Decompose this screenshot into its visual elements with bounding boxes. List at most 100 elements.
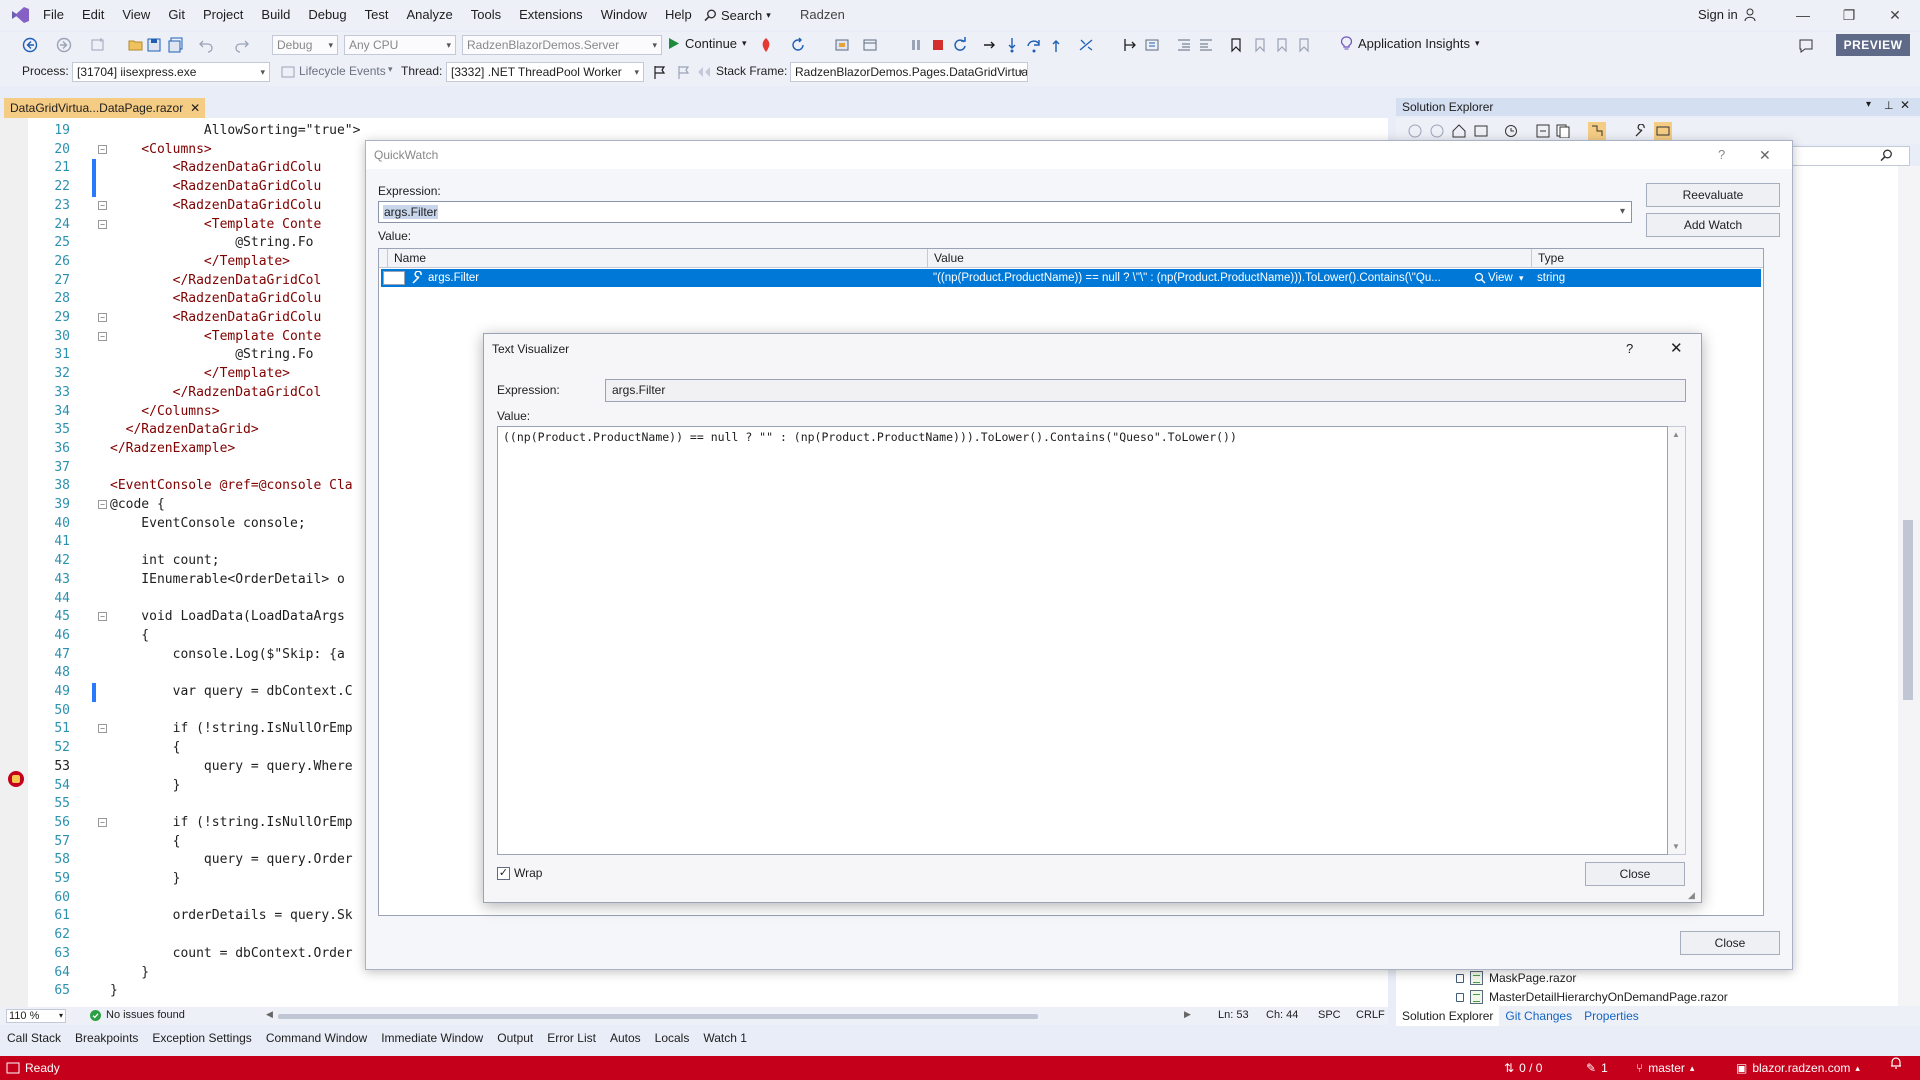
chevron-down-icon[interactable]: ▾ bbox=[1866, 99, 1871, 110]
document-tab[interactable]: DataGridVirtua...DataPage.razor ✕ bbox=[4, 98, 206, 118]
previous-bookmark-icon[interactable] bbox=[1252, 37, 1268, 53]
code-line[interactable]: 54 } bbox=[28, 777, 368, 796]
help-button[interactable]: ? bbox=[1718, 141, 1725, 169]
code-line[interactable]: 58 query = query.Order bbox=[28, 851, 368, 870]
expression-input[interactable]: args.Filter ▾ bbox=[378, 201, 1632, 223]
toggle-external-code-icon[interactable] bbox=[696, 64, 712, 80]
visual-studio-logo-icon[interactable] bbox=[10, 6, 30, 24]
tab-immediate-window[interactable]: Immediate Window bbox=[374, 1028, 490, 1048]
stop-icon[interactable] bbox=[930, 37, 946, 53]
restart-debug-icon[interactable] bbox=[952, 37, 968, 53]
show-next-statement-icon[interactable] bbox=[982, 37, 998, 53]
menu-tools[interactable]: Tools bbox=[462, 0, 510, 30]
close-icon[interactable]: ✕ bbox=[1759, 141, 1771, 169]
search-icon[interactable] bbox=[1880, 149, 1893, 162]
code-line[interactable]: 21 <RadzenDataGridColu bbox=[28, 159, 368, 179]
restore-button[interactable]: ❐ bbox=[1826, 0, 1872, 30]
home-icon[interactable] bbox=[1452, 124, 1466, 138]
horizontal-scrollbar[interactable] bbox=[278, 1014, 1038, 1019]
hot-reload-icon[interactable] bbox=[758, 37, 774, 53]
zoom-select[interactable]: 110 % ▾ bbox=[6, 1009, 66, 1023]
new-project-icon[interactable] bbox=[90, 37, 106, 53]
collapse-icon[interactable]: − bbox=[98, 500, 107, 509]
menu-test[interactable]: Test bbox=[356, 0, 398, 30]
solution-platform-select[interactable]: Any CPU ▾ bbox=[344, 35, 456, 55]
tab-solution-explorer[interactable]: Solution Explorer bbox=[1396, 1006, 1500, 1026]
tree-item[interactable]: MasterDetailHierarchyOnDemandPage.razor bbox=[1456, 990, 1728, 1004]
code-line[interactable]: 37 bbox=[28, 459, 368, 478]
whitespace-indicator[interactable]: SPC bbox=[1318, 1009, 1341, 1021]
code-line[interactable]: 35 </RadzenDataGrid> bbox=[28, 421, 368, 440]
tab-command-window[interactable]: Command Window bbox=[259, 1028, 374, 1048]
code-line[interactable]: 53 query = query.Where bbox=[28, 758, 368, 777]
code-line[interactable]: 26 </Template> bbox=[28, 253, 368, 272]
code-line[interactable]: 49 var query = dbContext.C bbox=[28, 683, 368, 702]
tv-expression-field[interactable]: args.Filter bbox=[605, 379, 1686, 402]
diagnostic-tools-icon[interactable] bbox=[834, 37, 850, 53]
close-icon[interactable]: ✕ bbox=[1900, 98, 1910, 112]
threads-icon[interactable] bbox=[1122, 37, 1138, 53]
outdent-icon[interactable] bbox=[1198, 37, 1214, 53]
code-line[interactable]: 33 </RadzenDataGridCol bbox=[28, 384, 368, 403]
menu-extensions[interactable]: Extensions bbox=[510, 0, 592, 30]
tab-watch-1[interactable]: Watch 1 bbox=[696, 1028, 754, 1048]
code-text-area[interactable]: 19 AllowSorting="true"> 20− <Columns> 21 <… bbox=[28, 118, 368, 998]
indicator-margin[interactable] bbox=[0, 118, 28, 1010]
switch-views-icon[interactable] bbox=[1474, 124, 1488, 138]
code-line[interactable]: 30 − <Template Conte bbox=[28, 328, 368, 347]
collapse-icon[interactable]: − bbox=[98, 331, 107, 341]
tab-locals[interactable]: Locals bbox=[648, 1028, 697, 1048]
tab-breakpoints[interactable]: Breakpoints bbox=[68, 1028, 145, 1048]
help-button[interactable]: ? bbox=[1626, 333, 1633, 365]
collapse-icon[interactable]: − bbox=[98, 219, 107, 229]
notifications-button[interactable] bbox=[1890, 1056, 1902, 1069]
preview-selected-items-icon[interactable] bbox=[1654, 122, 1672, 140]
scroll-up-icon[interactable]: ▲ bbox=[1672, 430, 1680, 439]
preview-badge[interactable]: PREVIEW bbox=[1836, 34, 1910, 56]
code-line[interactable]: 20 − <Columns> bbox=[28, 141, 368, 160]
layout-icon[interactable] bbox=[862, 37, 878, 53]
issues-indicator[interactable]: No issues found bbox=[90, 1009, 185, 1021]
column-header-value[interactable]: Value bbox=[927, 249, 1531, 268]
chevron-down-icon[interactable]: ▾ bbox=[1620, 202, 1625, 222]
add-watch-button[interactable]: Add Watch bbox=[1646, 213, 1780, 237]
solution-configuration-select[interactable]: Debug ▾ bbox=[272, 35, 338, 55]
reevaluate-button[interactable]: Reevaluate bbox=[1646, 183, 1780, 207]
window-close-button[interactable]: ✕ bbox=[1872, 0, 1918, 30]
forward-icon[interactable] bbox=[1430, 124, 1444, 138]
step-over-icon[interactable] bbox=[1026, 37, 1042, 53]
code-line[interactable]: 19 AllowSorting="true"> bbox=[28, 122, 368, 141]
code-line[interactable]: 51 − if (!string.IsNullOrEmp bbox=[28, 720, 368, 739]
menu-help[interactable]: Help bbox=[656, 0, 701, 30]
collapse-icon[interactable]: − bbox=[98, 724, 107, 734]
tab-git-changes[interactable]: Git Changes bbox=[1499, 1006, 1578, 1026]
code-line[interactable]: 23 − <RadzenDataGridColu bbox=[28, 197, 368, 216]
pin-icon[interactable]: ⊥ bbox=[1884, 99, 1894, 112]
navigate-forward-icon[interactable] bbox=[56, 37, 72, 53]
menu-window[interactable]: Window bbox=[592, 0, 656, 30]
search-button[interactable]: Search ▾ bbox=[704, 5, 771, 25]
continue-button[interactable]: Continue ▾ bbox=[668, 36, 747, 51]
commits-indicator[interactable]: ⇅ 0 / 0 bbox=[1504, 1056, 1542, 1080]
magnifier-icon[interactable] bbox=[1474, 272, 1486, 284]
code-line[interactable]: 32 </Template> bbox=[28, 365, 368, 384]
tv-value-scrollbar[interactable] bbox=[1668, 426, 1686, 855]
bookmark-icon[interactable] bbox=[1228, 37, 1244, 53]
tab-error-list[interactable]: Error List bbox=[540, 1028, 603, 1048]
next-bookmark-icon[interactable] bbox=[1274, 37, 1290, 53]
minimize-button[interactable]: — bbox=[1780, 0, 1826, 30]
resize-grip-icon[interactable]: ◢ bbox=[1688, 890, 1695, 901]
close-icon[interactable]: ✕ bbox=[1670, 333, 1683, 365]
code-line[interactable]: 50 bbox=[28, 702, 368, 721]
lifecycle-events-button[interactable]: Lifecycle Events bbox=[299, 64, 386, 78]
tab-autos[interactable]: Autos bbox=[603, 1028, 648, 1048]
code-line[interactable]: 41 bbox=[28, 533, 368, 552]
thread-select[interactable]: [3332] .NET ThreadPool Worker ▾ bbox=[446, 62, 644, 82]
chevron-down-icon[interactable]: ▾ bbox=[1519, 269, 1529, 287]
history-icon[interactable] bbox=[1504, 124, 1518, 138]
process-select[interactable]: [31704] iisexpress.exe ▾ bbox=[72, 62, 270, 82]
tree-item[interactable]: MaskPage.razor bbox=[1456, 971, 1576, 985]
code-line[interactable]: 60 bbox=[28, 889, 368, 908]
close-icon[interactable]: ✕ bbox=[190, 98, 200, 118]
tv-value-textarea[interactable] bbox=[497, 426, 1668, 855]
